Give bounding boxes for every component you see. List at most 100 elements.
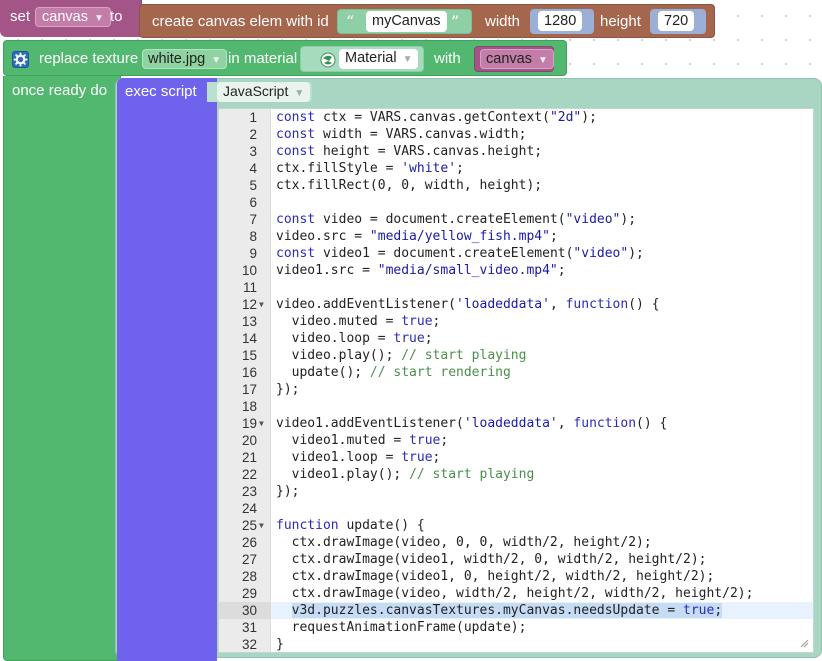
width-input[interactable]: 1280	[538, 11, 583, 31]
code-line[interactable]: 20 video1.muted = true;	[219, 432, 813, 449]
material-dropdown[interactable]: Material ▼	[339, 49, 419, 69]
line-number: 23	[241, 484, 257, 499]
height-value: 720	[664, 13, 689, 29]
create-canvas-label: create canvas elem with id	[152, 13, 329, 30]
code-line[interactable]: 4 ctx.fillStyle = 'white';	[219, 160, 813, 177]
chevron-down-icon: ▼	[211, 55, 222, 66]
code-line[interactable]: 24	[219, 500, 813, 517]
line-number: 15	[241, 348, 257, 363]
line-number: 4	[249, 161, 257, 176]
line-number: 19	[241, 416, 257, 431]
texture-dropdown[interactable]: white.jpg ▼	[142, 49, 228, 69]
code-line[interactable]: 22 video1.play(); // start playing	[219, 466, 813, 483]
chevron-down-icon: ▼	[402, 54, 413, 65]
line-number: 3	[249, 144, 257, 159]
line-number: 20	[241, 433, 257, 448]
code-text: ctx.fillStyle = 'white';	[276, 161, 464, 176]
code-text: video.muted = true;	[276, 314, 441, 329]
code-line[interactable]: 2 const width = VARS.canvas.width;	[219, 126, 813, 143]
chevron-down-icon: ▼	[537, 55, 548, 66]
code-text: });	[276, 382, 300, 397]
canvas-id-input[interactable]: myCanvas	[366, 11, 447, 32]
code-text: const width = VARS.canvas.width;	[276, 127, 527, 142]
code-line[interactable]: 29 ctx.drawImage(video, width/2, height/…	[219, 585, 813, 602]
code-text: update(); // start rendering	[276, 365, 511, 380]
height-input[interactable]: 720	[658, 11, 695, 31]
text-block[interactable]: “ myCanvas ”	[337, 9, 472, 34]
canvas-id-value: myCanvas	[372, 13, 441, 29]
material-sphere-icon	[320, 52, 336, 68]
code-text: ctx.fillRect(0, 0, width, height);	[276, 178, 543, 193]
set-label: set	[10, 8, 31, 25]
line-number: 29	[241, 586, 257, 601]
code-line[interactable]: 3 const height = VARS.canvas.height;	[219, 143, 813, 160]
language-block[interactable]: JavaScript ▼	[207, 82, 312, 102]
canvas-variable-dropdown[interactable]: canvas ▼	[480, 49, 554, 69]
width-number-block[interactable]: 1280	[530, 9, 594, 34]
fold-toggle-icon[interactable]: ▼	[259, 517, 264, 534]
code-line[interactable]: 13 video.muted = true;	[219, 313, 813, 330]
code-line[interactable]: 27 ctx.drawImage(video1, width/2, 0, wid…	[219, 551, 813, 568]
to-label: to	[110, 8, 123, 25]
code-line[interactable]: 21 video1.loop = true;	[219, 449, 813, 466]
code-line[interactable]: 9 const video1 = document.createElement("…	[219, 245, 813, 262]
code-line[interactable]: 16 update(); // start rendering	[219, 364, 813, 381]
code-line[interactable]: 28 ctx.drawImage(video1, 0, height/2, wi…	[219, 568, 813, 585]
code-line[interactable]: 10 video1.src = "media/small_video.mp4";	[219, 262, 813, 279]
code-line[interactable]: 18	[219, 398, 813, 415]
language-value: JavaScript	[223, 83, 289, 99]
height-number-block[interactable]: 720	[650, 9, 706, 34]
code-editor[interactable]: 1 const ctx = VARS.canvas.getContext("2d"…	[218, 108, 814, 653]
line-number: 10	[241, 263, 257, 278]
fold-toggle-icon[interactable]: ▼	[259, 415, 264, 432]
code-line[interactable]: 8 video.src = "media/yellow_fish.mp4";	[219, 228, 813, 245]
gear-icon[interactable]	[12, 51, 29, 68]
code-text: ctx.drawImage(video1, 0, height/2, width…	[276, 569, 715, 584]
code-text: video1.src = "media/small_video.mp4";	[276, 263, 566, 278]
language-dropdown[interactable]: JavaScript ▼	[217, 82, 311, 102]
code-line[interactable]: 32}	[219, 636, 813, 652]
code-line[interactable]: 5 ctx.fillRect(0, 0, width, height);	[219, 177, 813, 194]
line-number: 18	[241, 399, 257, 414]
code-text: requestAnimationFrame(update);	[276, 620, 527, 635]
code-text: video.play(); // start playing	[276, 348, 527, 363]
code-line[interactable]: 26 ctx.drawImage(video, 0, 0, width/2, h…	[219, 534, 813, 551]
code-line[interactable]: 31 requestAnimationFrame(update);	[219, 619, 813, 636]
create-canvas-block[interactable]: create canvas elem with id “ myCanvas ” …	[139, 4, 715, 38]
code-text: ctx.drawImage(video, width/2, height/2, …	[276, 586, 754, 601]
code-line[interactable]: 6	[219, 194, 813, 211]
height-label: height	[600, 13, 641, 30]
code-line[interactable]: 19 ▼ video1.addEventListener('loadeddata',…	[219, 415, 813, 432]
resize-handle-icon[interactable]	[799, 638, 809, 648]
code-line[interactable]: 17});	[219, 381, 813, 398]
with-variable-value: canvas	[486, 51, 532, 67]
canvas-variable-block[interactable]: canvas ▼	[474, 46, 554, 72]
code-text: video.src = "media/yellow_fish.mp4";	[276, 229, 558, 244]
material-block[interactable]: Material ▼	[300, 46, 424, 72]
variable-name: canvas	[42, 9, 88, 25]
code-text: const ctx = VARS.canvas.getContext("2d")…	[276, 110, 597, 125]
set-variable-block[interactable]: set canvas ▼ to	[0, 0, 142, 37]
code-line[interactable]: 23});	[219, 483, 813, 500]
once-ready-label: once ready do	[12, 82, 108, 99]
exec-script-block[interactable]: exec script	[117, 78, 217, 661]
code-line[interactable]: 25 ▼ function update() {	[219, 517, 813, 534]
code-line[interactable]: 7 const video = document.createElement("v…	[219, 211, 813, 228]
fold-toggle-icon[interactable]: ▼	[259, 296, 264, 313]
line-number: 14	[241, 331, 257, 346]
chevron-down-icon: ▼	[294, 88, 305, 99]
code-line[interactable]: 1 const ctx = VARS.canvas.getContext("2d"…	[219, 109, 813, 126]
code-line[interactable]: 11	[219, 279, 813, 296]
code-line[interactable]: 12 ▼ video.addEventListener('loadeddata', …	[219, 296, 813, 313]
variable-dropdown[interactable]: canvas ▼	[35, 7, 111, 27]
code-line[interactable]: 14 video.loop = true;	[219, 330, 813, 347]
line-number: 11	[242, 280, 257, 295]
line-number: 7	[249, 212, 257, 227]
replace-texture-block[interactable]: replace texture white.jpg ▼ in material M…	[3, 40, 567, 76]
line-number: 16	[241, 365, 257, 380]
code-line[interactable]: 15 video.play(); // start playing	[219, 347, 813, 364]
code-line[interactable]: 30 v3d.puzzles.canvasTextures.myCanvas.n…	[219, 602, 813, 619]
line-number: 8	[249, 229, 257, 244]
once-ready-block[interactable]: once ready do	[3, 76, 121, 661]
code-text: const video1 = document.createElement("v…	[276, 246, 644, 261]
